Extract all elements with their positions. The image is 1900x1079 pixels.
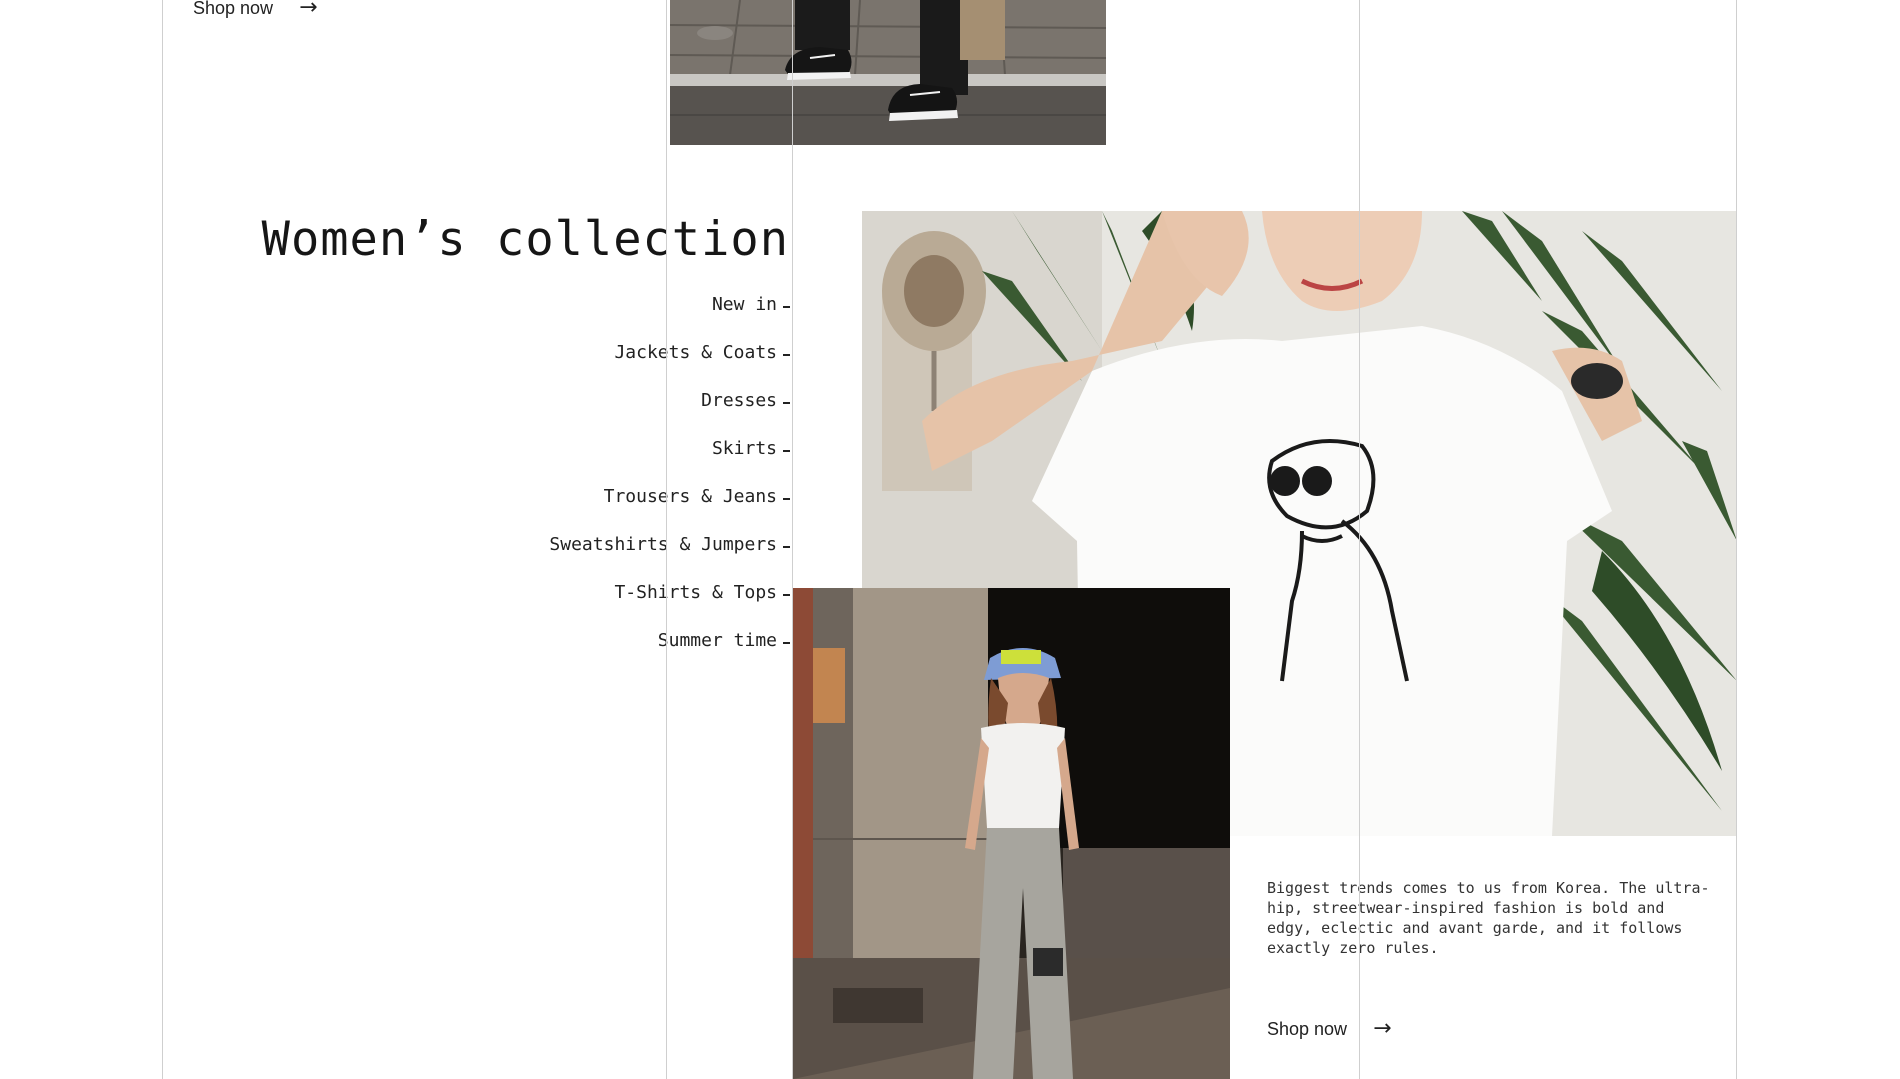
shop-now-label: Shop now	[1267, 1018, 1348, 1039]
shop-now-link[interactable]: Shop now →	[1267, 1018, 1392, 1040]
dash-marker	[783, 546, 790, 548]
category-label: Summer time	[657, 630, 777, 651]
arrow-right-icon: →	[299, 0, 318, 20]
dash-marker	[783, 498, 790, 500]
category-label: Jackets & Coats	[614, 342, 777, 363]
dash-marker	[783, 450, 790, 452]
collection-title: Women’s collection	[261, 212, 789, 267]
dash-marker	[783, 642, 790, 644]
grid-guide-line	[162, 0, 163, 1079]
arrow-right-icon: →	[1373, 1016, 1392, 1041]
category-item-skirts[interactable]: Skirts	[549, 438, 790, 486]
shop-now-label: Shop now	[193, 0, 274, 18]
category-item-sweatshirts-jumpers[interactable]: Sweatshirts & Jumpers	[549, 534, 790, 582]
category-label: New in	[711, 294, 777, 315]
dash-marker	[783, 402, 790, 404]
category-label: T-Shirts & Tops	[614, 582, 777, 603]
dash-marker	[783, 354, 790, 356]
shop-now-link-top[interactable]: Shop now →	[193, 0, 318, 19]
dash-marker	[783, 306, 790, 308]
category-list: New in Jackets & Coats Dresses Skirts Tr…	[549, 294, 790, 678]
category-label: Sweatshirts & Jumpers	[549, 534, 777, 555]
dash-marker	[783, 594, 790, 596]
category-label: Trousers & Jeans	[603, 486, 777, 507]
bucket-hat-cargo-pants-photo[interactable]	[793, 588, 1230, 1079]
category-item-jackets-coats[interactable]: Jackets & Coats	[549, 342, 790, 390]
category-item-dresses[interactable]: Dresses	[549, 390, 790, 438]
feature-description: Biggest trends comes to us from Korea. T…	[1267, 879, 1710, 957]
category-item-summer-time[interactable]: Summer time	[549, 630, 790, 678]
category-item-new-in[interactable]: New in	[549, 294, 790, 342]
category-label: Dresses	[701, 390, 777, 411]
sneakers-street-photo[interactable]	[670, 0, 1106, 145]
category-label: Skirts	[711, 438, 777, 459]
category-item-trousers-jeans[interactable]: Trousers & Jeans	[549, 486, 790, 534]
category-item-tshirts-tops[interactable]: T-Shirts & Tops	[549, 582, 790, 630]
